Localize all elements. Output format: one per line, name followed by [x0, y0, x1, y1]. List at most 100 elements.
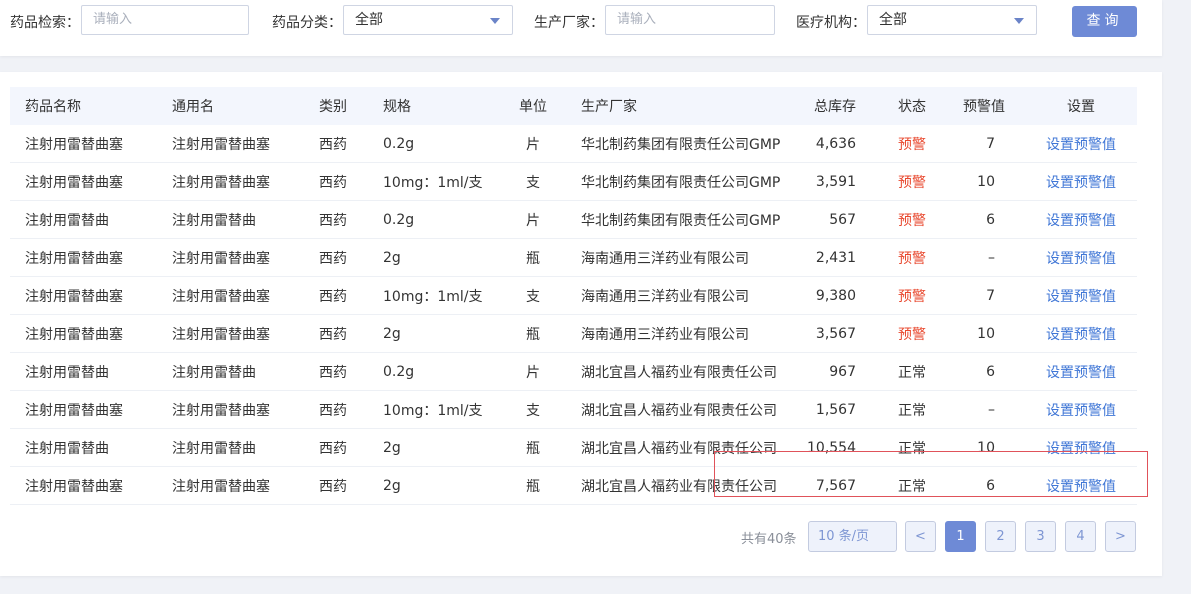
spec-cell: 0.2g [383, 135, 415, 152]
category-cell: 西药 [319, 212, 347, 229]
set-warning-link-container[interactable]: 设置预警值 [1025, 314, 1137, 353]
generic-name-cell-container: 注射用雷替曲塞 [157, 238, 304, 277]
manufacturer-cell: 海南通用三洋药业有限公司 [581, 288, 749, 305]
inventory-table: 药品名称 通用名 类别 规格 单位 生产厂家 总库存 状态 预警值 设置 注射用… [10, 87, 1137, 505]
stock-cell: 2,431 [815, 249, 856, 266]
warning-value-cell-container: 6 [943, 352, 1025, 391]
drug-name-cell: 注射用雷替曲塞 [25, 288, 123, 305]
warning-value-cell-container: 10 [943, 162, 1025, 201]
status-badge-container: 预警 [881, 125, 943, 163]
drug-name-cell-container: 注射用雷替曲塞 [10, 238, 157, 277]
page-button-2[interactable]: 2 [985, 521, 1016, 552]
drug-name-cell: 注射用雷替曲塞 [25, 478, 123, 495]
prev-page-button[interactable]: < [905, 521, 936, 552]
unit-cell-container: 瓶 [500, 238, 566, 277]
category-cell-container: 西药 [304, 314, 368, 353]
table-row: 注射用雷替曲塞 注射用雷替曲塞 西药 10mg：1ml/支 支 华北制药集团有限责任公司G… [10, 162, 1137, 201]
unit-cell: 片 [526, 364, 540, 381]
generic-name-cell: 注射用雷替曲塞 [172, 288, 270, 305]
page-button-3[interactable]: 3 [1025, 521, 1056, 552]
set-warning-link[interactable]: 设置预警值 [1046, 175, 1116, 191]
set-warning-link[interactable]: 设置预警值 [1046, 137, 1116, 153]
set-warning-link-container[interactable]: 设置预警值 [1025, 352, 1137, 391]
spec-cell: 10mg：1ml/支 [383, 402, 483, 419]
column-header: 规格 [368, 87, 500, 125]
set-warning-link-container[interactable]: 设置预警值 [1025, 238, 1137, 277]
category-cell-container: 西药 [304, 125, 368, 163]
set-warning-link[interactable]: 设置预警值 [1046, 289, 1116, 305]
status-badge-container: 预警 [881, 238, 943, 277]
set-warning-link[interactable]: 设置预警值 [1046, 365, 1116, 381]
warning-value-cell-container: – [943, 390, 1025, 429]
manufacturer-cell-container: 华北制药集团有限责任公司GMP [566, 200, 786, 239]
spec-cell: 2g [383, 249, 401, 266]
category-select[interactable]: 全部 [343, 5, 513, 35]
table-row: 注射用雷替曲塞 注射用雷替曲塞 西药 10mg：1ml/支 支 海南通用三洋药业有限公司 9… [10, 276, 1137, 315]
set-warning-link-container[interactable]: 设置预警值 [1025, 276, 1137, 315]
stock-cell-container: 3,567 [786, 314, 881, 353]
warning-value-cell: 7 [986, 135, 995, 152]
manufacturer-cell: 海南通用三洋药业有限公司 [581, 326, 749, 343]
status-badge-container: 预警 [881, 162, 943, 201]
page-button-1[interactable]: 1 [945, 521, 976, 552]
manufacturer-cell: 华北制药集团有限责任公司GMP [581, 212, 781, 229]
set-warning-link[interactable]: 设置预警值 [1046, 327, 1116, 343]
drug-name-cell: 注射用雷替曲塞 [25, 136, 123, 153]
set-warning-link-container[interactable]: 设置预警值 [1025, 162, 1137, 201]
table-row: 注射用雷替曲塞 注射用雷替曲塞 西药 2g 瓶 海南通用三洋药业有限公司 3,567 预警 10… [10, 314, 1137, 353]
drug-name-cell-container: 注射用雷替曲 [10, 200, 157, 239]
generic-name-cell-container: 注射用雷替曲 [157, 352, 304, 391]
page-button-4[interactable]: 4 [1065, 521, 1096, 552]
drug-name-cell-container: 注射用雷替曲塞 [10, 125, 157, 163]
next-page-button[interactable]: > [1105, 521, 1136, 552]
page-size-select[interactable]: 10 条/页 [808, 521, 897, 552]
table-row: 注射用雷替曲塞 注射用雷替曲塞 西药 10mg：1ml/支 支 湖北宜昌人福药业有限责任公… [10, 390, 1137, 429]
warning-value-cell: – [988, 401, 995, 418]
drug-name-cell: 注射用雷替曲 [25, 440, 109, 457]
set-warning-link-container[interactable]: 设置预警值 [1025, 200, 1137, 239]
stock-cell-container: 2,431 [786, 238, 881, 277]
set-warning-link[interactable]: 设置预警值 [1046, 403, 1116, 419]
generic-name-cell-container: 注射用雷替曲 [157, 200, 304, 239]
institution-select[interactable]: 全部 [867, 5, 1037, 35]
warning-value-cell: 10 [977, 325, 995, 342]
warning-value-cell: 10 [977, 173, 995, 190]
unit-cell-container: 瓶 [500, 466, 566, 505]
spec-cell-container: 0.2g [368, 200, 500, 239]
manufacturer-label: 生产厂家： [534, 15, 604, 31]
drug-name-cell-container: 注射用雷替曲塞 [10, 466, 157, 505]
spec-cell-container: 2g [368, 466, 500, 505]
category-cell-container: 西药 [304, 200, 368, 239]
set-warning-link[interactable]: 设置预警值 [1046, 213, 1116, 229]
set-warning-link-container[interactable]: 设置预警值 [1025, 125, 1137, 163]
warning-value-cell-container: 7 [943, 125, 1025, 163]
unit-cell: 支 [526, 288, 540, 305]
drug-name-cell-container: 注射用雷替曲塞 [10, 276, 157, 315]
stock-cell-container: 1,567 [786, 390, 881, 429]
unit-cell-container: 支 [500, 276, 566, 315]
drug-name-cell-container: 注射用雷替曲 [10, 428, 157, 467]
table-row: 注射用雷替曲塞 注射用雷替曲塞 西药 2g 瓶 海南通用三洋药业有限公司 2,431 预警 – 设… [10, 238, 1137, 277]
unit-cell-container: 片 [500, 352, 566, 391]
column-header: 生产厂家 [566, 87, 786, 125]
category-label: 药品分类： [272, 15, 342, 31]
unit-cell-container: 片 [500, 125, 566, 163]
warning-value-cell: – [988, 249, 995, 266]
stock-cell: 4,636 [815, 135, 856, 152]
query-button[interactable]: 查询 [1072, 6, 1137, 37]
spec-cell-container: 0.2g [368, 125, 500, 163]
generic-name-cell-container: 注射用雷替曲 [157, 428, 304, 467]
set-warning-link-container[interactable]: 设置预警值 [1025, 390, 1137, 429]
manufacturer-cell: 华北制药集团有限责任公司GMP [581, 136, 781, 153]
manufacturer-input[interactable]: 请输入 [605, 5, 775, 35]
column-header: 总库存 [786, 87, 881, 125]
set-warning-link[interactable]: 设置预警值 [1046, 251, 1116, 267]
drug-name-cell-container: 注射用雷替曲塞 [10, 162, 157, 201]
manufacturer-cell: 华北制药集团有限责任公司GMP [581, 174, 781, 191]
category-cell: 西药 [319, 364, 347, 381]
column-header: 药品名称 [10, 87, 157, 125]
drug-search-input[interactable]: 请输入 [81, 5, 249, 35]
manufacturer-cell: 湖北宜昌人福药业有限责任公司 [581, 402, 777, 419]
manufacturer-cell: 海南通用三洋药业有限公司 [581, 250, 749, 267]
spec-cell: 0.2g [383, 363, 415, 380]
